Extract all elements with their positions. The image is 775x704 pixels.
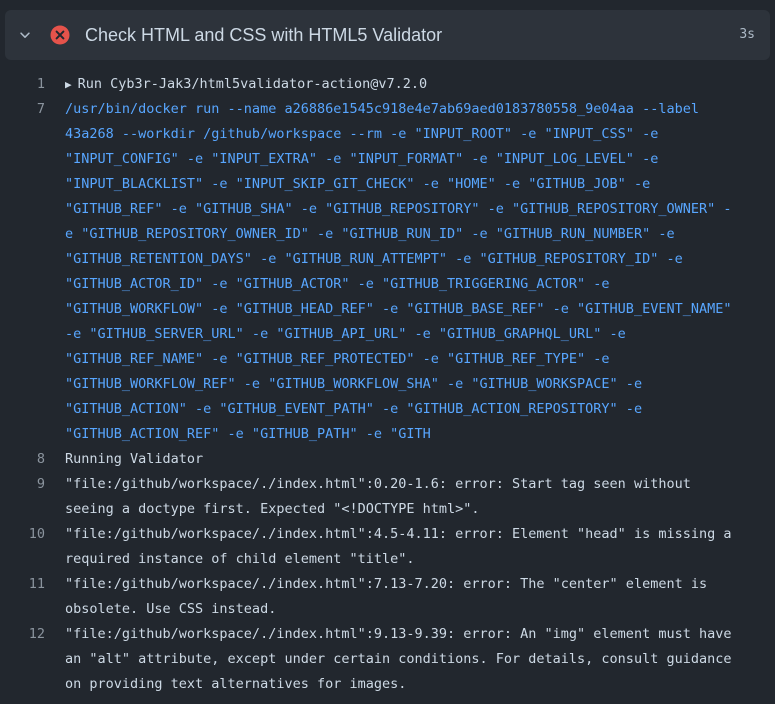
log-row: "GITHUB_RETENTION_DAYS" -e "GITHUB_RUN_A… (65, 251, 683, 267)
log-row: 43a268 --workdir /github/workspace --rm … (65, 126, 659, 142)
log-row: obsolete. Use CSS instead. (65, 601, 277, 617)
log-row: "GITHUB_WORKFLOW_REF" -e "GITHUB_WORKFLO… (65, 376, 643, 392)
command-text: /usr/bin/docker run --name a26886e1545c9… (65, 97, 775, 447)
line-number[interactable]: 10 (0, 522, 65, 572)
log-row: ▶ Run Cyb3r-Jak3/html5validator-action@v7… (65, 72, 775, 97)
log-row: "INPUT_BLACKLIST" -e "INPUT_SKIP_GIT_CHE… (65, 176, 651, 192)
log-row: required instance of child element "titl… (65, 551, 415, 567)
log-line: 7/usr/bin/docker run --name a26886e1545c… (0, 97, 775, 447)
log-line: 11 "file:/github/workspace/./index.html":… (0, 572, 775, 622)
log-line: 8 Running Validator (0, 447, 775, 472)
log-line: 12 "file:/github/workspace/./index.html":… (0, 622, 775, 697)
log-row: -e "GITHUB_SERVER_URL" -e "GITHUB_API_UR… (65, 326, 626, 342)
log-text: "file:/github/workspace/./index.html":4.… (65, 522, 775, 572)
line-number[interactable]: 7 (0, 97, 65, 447)
log-row: Running Validator (65, 451, 204, 467)
line-number[interactable]: 11 (0, 572, 65, 622)
line-number-label: 7 (36, 101, 45, 117)
log-row: "file:/github/workspace/./index.html":0.… (65, 476, 691, 492)
log-output: 1 ▶ Run Cyb3r-Jak3/html5validator-action@v… (0, 72, 775, 697)
log-text: Running Validator (65, 447, 775, 472)
log-row: "GITHUB_REF" -e "GITHUB_SHA" -e "GITHUB_… (65, 201, 732, 217)
log-row: e "GITHUB_REPOSITORY_OWNER_ID" -e "GITHU… (65, 226, 675, 242)
log-text: "file:/github/workspace/./index.html":9.… (65, 622, 775, 697)
line-number-label: 9 (36, 476, 45, 492)
log-row: "GITHUB_ACTOR_ID" -e "GITHUB_ACTOR" -e "… (65, 276, 610, 292)
line-number-label: 1 (36, 76, 45, 92)
step-header[interactable]: Check HTML and CSS with HTML5 Validator … (5, 10, 770, 60)
log-row: "GITHUB_REF_NAME" -e "GITHUB_REF_PROTECT… (65, 351, 610, 367)
step-title: Check HTML and CSS with HTML5 Validator (85, 25, 443, 45)
log-line: 9 "file:/github/workspace/./index.html":0… (0, 472, 775, 522)
log-row: seeing a doctype first. Expected "<!DOCT… (65, 501, 480, 517)
line-number-label: 8 (36, 451, 45, 467)
failed-status-icon (50, 25, 70, 45)
log-row: "file:/github/workspace/./index.html":9.… (65, 626, 732, 642)
expand-triangle-icon[interactable]: ▶ (65, 72, 72, 97)
line-number-label: 11 (28, 576, 45, 592)
log-line: 10 "file:/github/workspace/./index.html":… (0, 522, 775, 572)
line-number[interactable]: 8 (0, 447, 65, 472)
log-row: an "alt" attribute, except under certain… (65, 651, 732, 667)
log-row: "GITHUB_ACTION" -e "GITHUB_EVENT_PATH" -… (65, 401, 643, 417)
log-text: "file:/github/workspace/./index.html":7.… (65, 572, 775, 622)
group-label: Run Cyb3r-Jak3/html5validator-action@v7.… (77, 76, 428, 92)
log-row: "file:/github/workspace/./index.html":7.… (65, 576, 708, 592)
line-number[interactable]: 1 (0, 72, 65, 97)
log-row: on providing text alternatives for image… (65, 676, 407, 692)
log-row: "GITHUB_WORKFLOW" -e "GITHUB_HEAD_REF" -… (65, 301, 732, 317)
log-line: 1 ▶ Run Cyb3r-Jak3/html5validator-action@v… (0, 72, 775, 97)
line-number-label: 10 (28, 526, 45, 542)
group-header[interactable]: ▶ Run Cyb3r-Jak3/html5validator-action@v7… (65, 72, 775, 97)
chevron-down-icon[interactable] (17, 27, 33, 43)
log-text: "file:/github/workspace/./index.html":0.… (65, 472, 775, 522)
line-number[interactable]: 9 (0, 472, 65, 522)
line-number-label: 12 (28, 626, 45, 642)
log-row: "INPUT_CONFIG" -e "INPUT_EXTRA" -e "INPU… (65, 151, 659, 167)
log-row: "file:/github/workspace/./index.html":4.… (65, 526, 732, 542)
log-row: /usr/bin/docker run --name a26886e1545c9… (65, 101, 699, 117)
step-duration: 3s (739, 27, 755, 42)
line-number[interactable]: 12 (0, 622, 65, 697)
log-row: "GITHUB_ACTION_REF" -e "GITHUB_PATH" -e … (65, 426, 431, 442)
